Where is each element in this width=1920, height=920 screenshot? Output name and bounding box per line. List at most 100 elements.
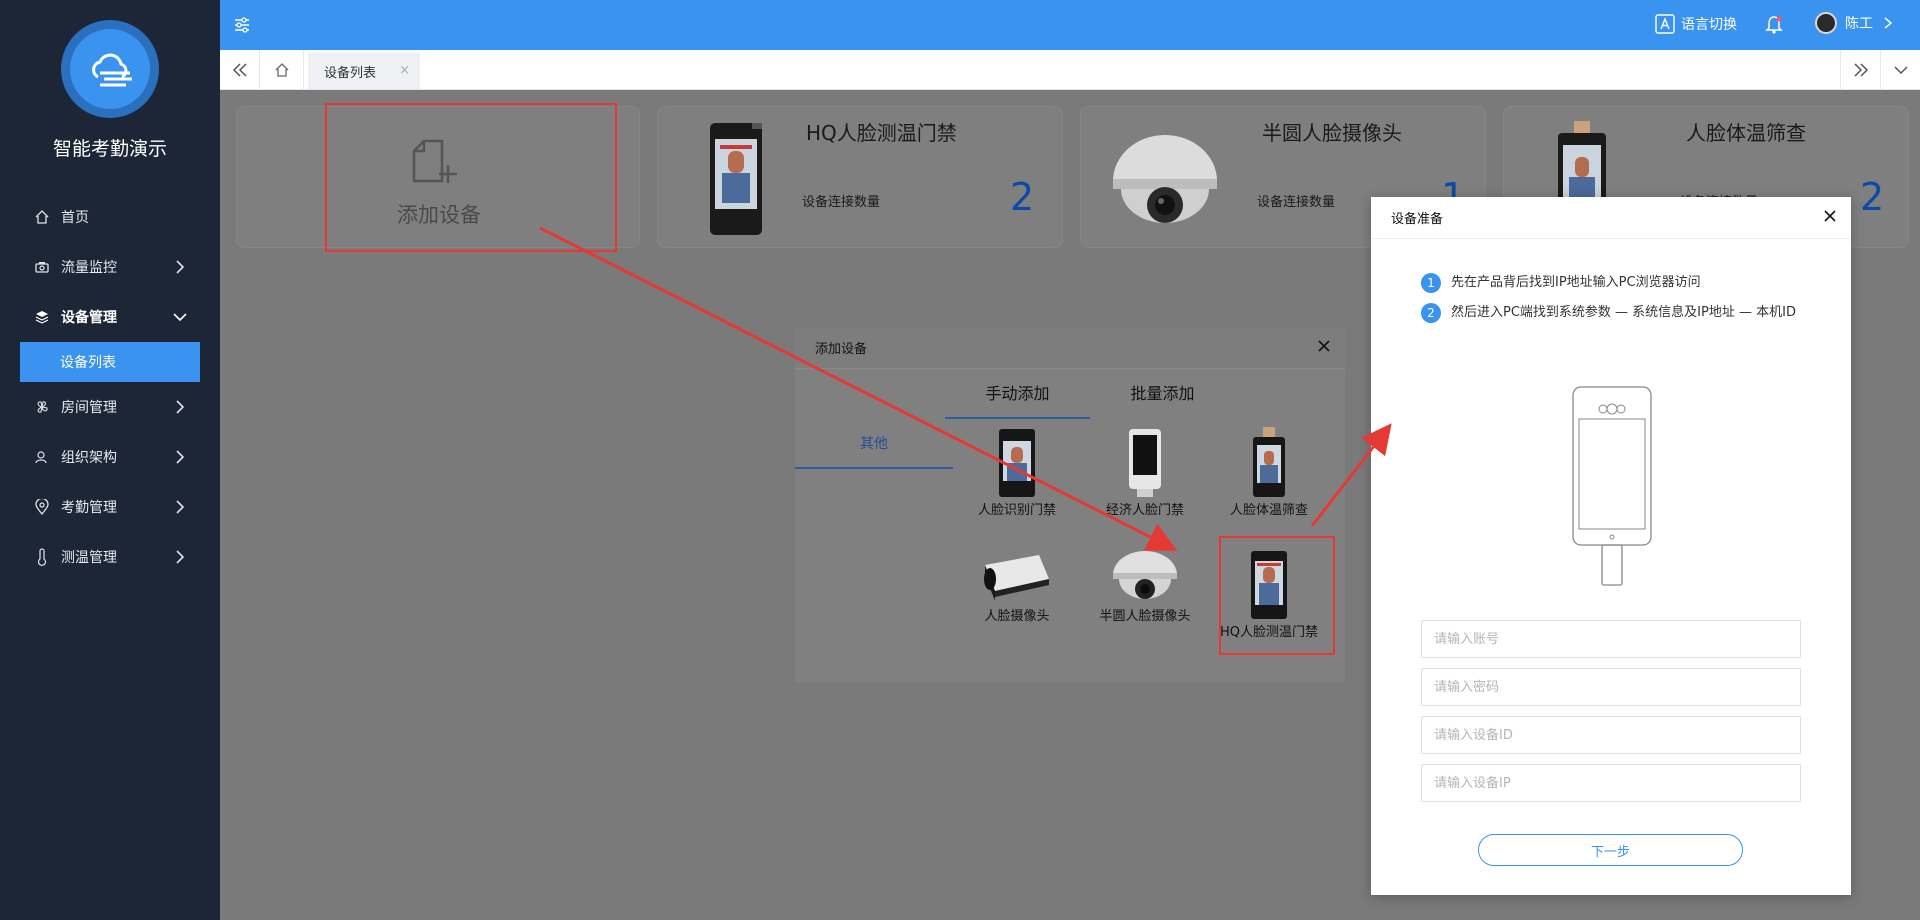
device-option-face-access[interactable]: 人脸识别门禁 [957,427,1077,518]
device-option-label: 人脸摄像头 [984,609,1050,624]
sidebar-item-home[interactable]: 首页 [0,192,220,242]
sidebar-item-temperature[interactable]: 测温管理 [0,532,220,582]
avatar [1815,12,1837,34]
sidebar-item-label: 组织架构 [61,450,117,466]
top-bar: 语言切换 陈工 [220,0,1920,50]
double-chevron-left-icon [232,63,247,77]
sidebar-menu: 首页 流量监控 设备管理 设备列表 房间管理 组织架构 考勤管理 测温管理 [0,192,220,582]
chevron-down-icon [1893,66,1908,75]
tab-bar: 设备列表 × [220,50,1920,90]
next-step-button[interactable]: 下一步 [1478,834,1743,866]
sidebar-item-organization[interactable]: 组织架构 [0,432,220,482]
scroll-right-button[interactable] [1840,50,1880,90]
sidebar-item-label: 测温管理 [61,550,117,566]
card-title: 半圆人脸摄像头 [1262,121,1402,145]
user-name: 陈工 [1845,16,1873,32]
close-icon[interactable] [1317,339,1331,353]
bell-icon[interactable] [1765,15,1783,35]
device-option-label: 人脸体温筛查 [1229,503,1308,518]
app-title: 智能考勤演示 [52,138,167,160]
device-option-temp-screening[interactable]: 人脸体温筛查 [1209,427,1329,518]
home-tab-button[interactable] [260,50,304,90]
password-input[interactable] [1421,668,1801,706]
device-option-label: 经济人脸门禁 [1105,503,1184,518]
app-logo [61,20,159,118]
sidebar: 智能考勤演示 首页 流量监控 设备管理 设备列表 房间管理 组织架构 考勤管理 … [0,0,220,920]
chevron-right-icon [176,450,185,464]
chevron-right-icon [176,550,185,564]
language-switch[interactable]: 语言切换 [1655,14,1737,34]
device-prep-panel: 设备准备 1 先在产品背后找到IP地址输入PC浏览器访问 2 然后进入PC端找到… [1371,197,1851,895]
device-option-face-camera[interactable]: 人脸摄像头 [957,549,1077,624]
tab-batch-add[interactable]: 批量添加 [1090,369,1235,419]
device-count: 2 [1010,175,1035,219]
sidebar-item-attendance[interactable]: 考勤管理 [0,482,220,532]
thermometer-icon [33,548,51,566]
dome-camera-image [1113,551,1177,599]
sidebar-item-label: 流量监控 [61,260,117,276]
chevron-right-icon [176,260,185,274]
tab-device-list[interactable]: 设备列表 × [308,53,420,89]
modal-title: 添加设备 [815,342,868,357]
sidebar-item-label: 房间管理 [61,400,117,416]
sidebar-item-traffic[interactable]: 流量监控 [0,242,220,292]
layers-icon [33,308,51,326]
device-id-input[interactable] [1421,716,1801,754]
device-option-label: 半圆人脸摄像头 [1099,609,1191,624]
category-tab-other[interactable]: 其他 [795,419,953,469]
annotation-box-add-card [325,103,617,252]
tab-label: 设备列表 [324,65,377,81]
device-option-dome-camera[interactable]: 半圆人脸摄像头 [1085,549,1205,624]
sidebar-item-label: 首页 [61,210,89,226]
chevron-right-icon [176,500,185,514]
modal-header: 添加设备 [795,327,1345,369]
home-icon [275,63,288,77]
chevron-right-icon [1884,17,1893,29]
scroll-left-button[interactable] [220,50,260,90]
tab-manual-add[interactable]: 手动添加 [945,369,1090,419]
double-chevron-right-icon [1853,63,1868,77]
device-option-label: 人脸识别门禁 [977,503,1056,518]
account-input[interactable] [1421,620,1801,658]
device-illustration [1572,386,1652,586]
face-terminal-image [710,123,762,235]
dome-camera-image [1113,135,1217,223]
panel-header: 设备准备 [1371,197,1851,239]
device-card-hq[interactable]: HQ人脸测温门禁 设备连接数量 2 [657,106,1063,248]
annotation-box-hq-option [1219,536,1335,655]
close-icon[interactable] [1823,209,1837,223]
bullet-camera-image [984,555,1049,601]
device-option-economy-access[interactable]: 经济人脸门禁 [1085,427,1205,518]
panel-title: 设备准备 [1391,212,1444,227]
step-text: 然后进入PC端找到系统参数 — 系统信息及IP地址 — 本机ID [1451,305,1796,320]
camera-icon [33,258,51,276]
settings-sliders-icon[interactable] [232,15,252,35]
step-2: 2 然后进入PC端找到系统参数 — 系统信息及IP地址 — 本机ID [1421,301,1811,325]
tab-menu-button[interactable] [1880,50,1920,90]
device-count: 2 [1860,175,1885,219]
step-1: 1 先在产品背后找到IP地址输入PC浏览器访问 [1421,271,1811,295]
language-switch-label: 语言切换 [1681,17,1737,33]
translate-icon [1655,14,1675,34]
sidebar-subitem-device-list[interactable]: 设备列表 [20,342,200,382]
sidebar-item-device-management[interactable]: 设备管理 [0,292,220,342]
modal-tabs: 手动添加 批量添加 [945,369,1235,419]
chevron-down-icon [173,313,187,322]
home-icon [33,208,51,226]
sidebar-item-label: 考勤管理 [61,500,117,516]
device-ip-input[interactable] [1421,764,1801,802]
sidebar-item-rooms[interactable]: 房间管理 [0,382,220,432]
sidebar-item-label: 设备管理 [61,310,117,326]
fan-icon [33,398,51,416]
step-number: 1 [1421,273,1441,293]
chevron-right-icon [176,400,185,414]
step-text: 先在产品背后找到IP地址输入PC浏览器访问 [1451,275,1701,290]
step-number: 2 [1421,303,1441,323]
card-title: HQ人脸测温门禁 [806,121,957,145]
card-subtitle: 设备连接数量 [802,195,881,210]
user-menu[interactable]: 陈工 [1815,12,1895,34]
close-icon[interactable]: × [399,63,410,78]
card-subtitle: 设备连接数量 [1257,195,1336,210]
card-title: 人脸体温筛查 [1686,121,1806,145]
face-access-image [999,429,1035,497]
